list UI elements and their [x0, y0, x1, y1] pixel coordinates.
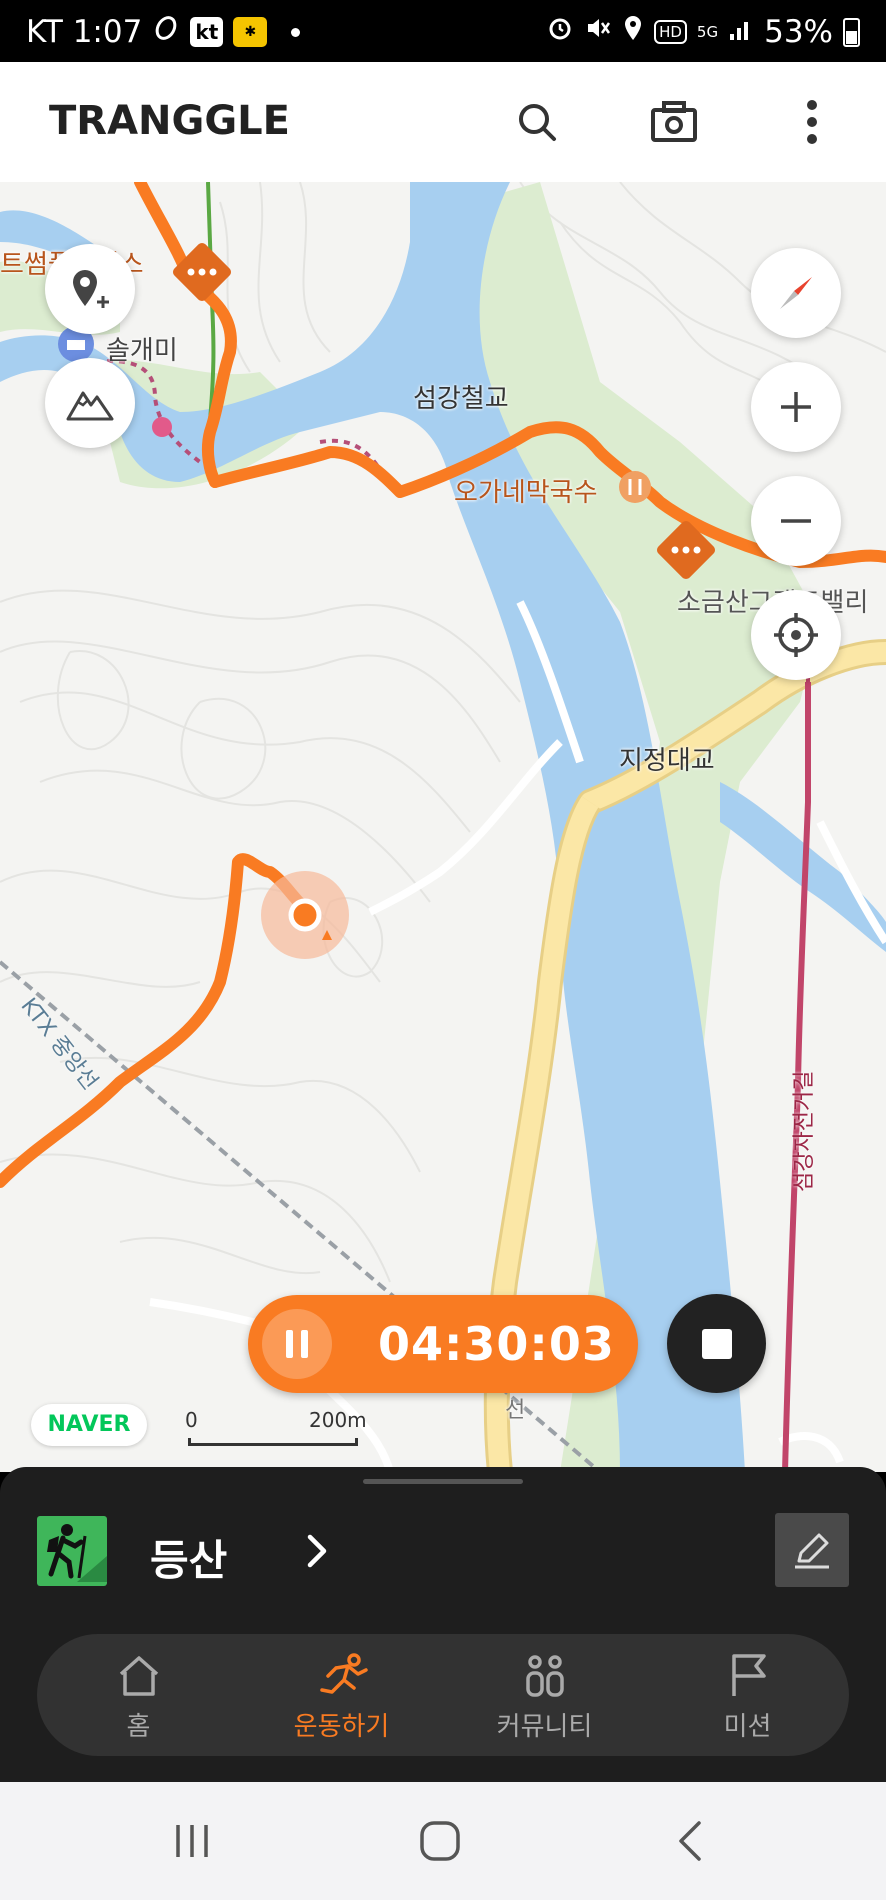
map-label-restaurant: 오가네막국수: [454, 478, 598, 508]
battery-percent: 53%: [764, 14, 833, 50]
workout-timer: 04:30:03: [248, 1295, 638, 1393]
map-label-seomgang-bridge: 섬강철교: [413, 384, 509, 414]
pause-icon-bar: [301, 1330, 308, 1358]
mountain-icon: [66, 391, 114, 421]
bottom-sheet: 등산 홈 운동하기 커뮤니티 미션: [0, 1467, 886, 1782]
app-notification-icon: ✱: [233, 17, 268, 47]
status-bar: KT 1:07 kt ✱ HD 5G 53%: [0, 0, 886, 62]
more-menu-button[interactable]: [782, 92, 842, 152]
activity-type-label[interactable]: 등산: [150, 1527, 227, 1588]
tab-mission[interactable]: 미션: [646, 1634, 849, 1756]
elapsed-time: 04:30:03: [378, 1317, 615, 1371]
system-nav-bar: [0, 1782, 886, 1900]
search-icon: [519, 104, 556, 141]
map-label-road: 선: [505, 1398, 526, 1423]
map-view[interactable]: 트썸플레이스 솔개미 섬강철교 오가네막국수 소금산그랜드밸리 지정대교 KTX…: [0, 182, 886, 1472]
mute-icon: [584, 14, 612, 50]
home-circle-icon: [420, 1821, 460, 1861]
stop-icon: [701, 1328, 732, 1359]
signal-icon: [728, 14, 754, 50]
plus-icon: [781, 392, 811, 422]
more-vertical-icon: [807, 100, 817, 144]
pencil-icon: [795, 1533, 829, 1569]
camera-icon: [651, 101, 697, 142]
scale-distance: 200m: [309, 1408, 367, 1432]
tab-label: 미션: [723, 1712, 772, 1742]
more-notifications-dot: [291, 27, 301, 37]
search-button[interactable]: [507, 92, 567, 152]
bottom-tab-bar: 홈 운동하기 커뮤니티 미션: [37, 1634, 849, 1756]
tab-label: 커뮤니티: [496, 1712, 593, 1742]
naver-logo: NAVER: [31, 1404, 147, 1446]
network-icon: 5G: [696, 23, 719, 41]
zoom-in-button[interactable]: [751, 362, 841, 452]
add-location-icon: [73, 270, 109, 308]
location-icon: [622, 14, 644, 50]
my-location-button[interactable]: [751, 590, 841, 680]
tab-home[interactable]: 홈: [37, 1634, 240, 1756]
kt-badge: kt: [190, 17, 224, 47]
flag-icon: [731, 1654, 766, 1696]
back-button[interactable]: [630, 1782, 750, 1900]
chevron-right-icon[interactable]: [306, 1531, 330, 1575]
minus-icon: [781, 519, 811, 523]
scale-bar: [188, 1438, 358, 1446]
camera-button[interactable]: [644, 92, 704, 152]
footprint-icon: [152, 14, 180, 50]
community-icon: [525, 1655, 564, 1697]
crosshair-icon: [774, 613, 818, 657]
back-icon: [679, 1821, 701, 1861]
tab-label: 운동하기: [293, 1712, 390, 1742]
app-logo: TRANGGLE: [49, 98, 290, 144]
recent-apps-icon: [176, 1825, 208, 1857]
home-button[interactable]: [380, 1782, 500, 1900]
compass-icon: [780, 277, 812, 309]
battery-icon: [843, 17, 860, 47]
stop-button[interactable]: [667, 1294, 766, 1393]
map-scale: 0 200m: [185, 1408, 375, 1450]
tab-community[interactable]: 커뮤니티: [443, 1634, 646, 1756]
clock: KT 1:07: [26, 14, 143, 50]
tab-workout[interactable]: 운동하기: [240, 1634, 443, 1756]
alarm-icon: [546, 14, 574, 50]
hiking-icon: [37, 1516, 107, 1586]
recent-apps-button[interactable]: [132, 1782, 252, 1900]
map-label-bike-path: 섬강자전거길: [792, 1070, 817, 1192]
map-base: [0, 182, 886, 1472]
compass-button[interactable]: [751, 248, 841, 338]
scale-zero: 0: [185, 1408, 198, 1432]
terrain-button[interactable]: [45, 358, 135, 448]
zoom-out-button[interactable]: [751, 476, 841, 566]
hd-icon: HD: [654, 20, 687, 44]
map-label-solgaemi: 솔개미: [106, 336, 178, 366]
pause-icon-bar: [286, 1330, 293, 1358]
sheet-handle[interactable]: [363, 1479, 523, 1484]
map-label-jijeong-bridge: 지정대교: [619, 746, 715, 776]
edit-button[interactable]: [775, 1513, 849, 1587]
pause-button[interactable]: [262, 1309, 332, 1379]
home-icon: [119, 1656, 158, 1696]
add-waypoint-button[interactable]: [45, 244, 135, 334]
running-icon: [319, 1653, 368, 1694]
tab-label: 홈: [126, 1712, 151, 1742]
app-header: TRANGGLE: [0, 62, 886, 182]
